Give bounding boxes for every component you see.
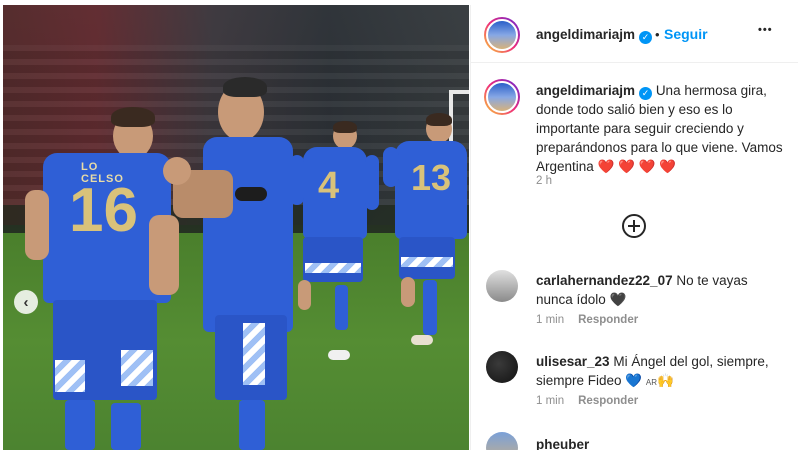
reply-button[interactable]: Responder <box>578 395 638 407</box>
comment-avatar[interactable] <box>486 351 518 383</box>
comment-emoji: 🙌 <box>657 373 674 388</box>
jersey-number: 13 <box>411 157 452 198</box>
comment-item: ulisesar_23 Mi Ángel del gol, siempre, s… <box>536 352 788 392</box>
flag-icon: AR <box>645 378 658 387</box>
comment-time: 1 min <box>536 395 565 407</box>
comment-meta: 1 min Responder <box>536 314 638 326</box>
comment-item: carlahernandez22_07 No te vayas nunca íd… <box>536 271 788 309</box>
follow-button[interactable]: Seguir <box>664 26 708 42</box>
post-header: angeldimariajm ✓ • Seguir ••• <box>471 5 798 63</box>
jersey-number: 16 <box>69 176 138 245</box>
chevron-left-icon: ‹ <box>23 293 29 311</box>
previous-photo-button[interactable]: ‹ <box>14 290 38 314</box>
caption-username[interactable]: angeldimariajm <box>536 83 635 98</box>
separator-dot: • <box>655 27 660 42</box>
comment-avatar[interactable] <box>486 270 518 302</box>
comment-avatar[interactable] <box>486 432 518 450</box>
comment-emoji: 💙 <box>625 373 643 388</box>
post-photo[interactable]: 4 13 LO CELSO 16 ‹ <box>3 5 469 450</box>
comment-emoji: 🖤 <box>609 292 627 307</box>
verified-badge-icon: ✓ <box>639 31 653 44</box>
header-username-text[interactable]: angeldimariajm <box>536 27 635 42</box>
comment-item: pheuber <box>536 435 788 450</box>
post-caption: angeldimariajm ✓ Una hermosa gira, donde … <box>536 81 788 176</box>
header-username[interactable]: angeldimariajm ✓ <box>536 27 653 44</box>
more-options-icon[interactable]: ••• <box>758 24 773 36</box>
post-side-panel: angeldimariajm ✓ • Seguir ••• angeldimari… <box>470 5 798 450</box>
caption-hearts: ❤️ ❤️ ❤️ ❤️ <box>597 159 677 174</box>
caption-time: 2 h <box>536 175 552 187</box>
reply-button[interactable]: Responder <box>578 314 638 326</box>
add-circle-icon[interactable] <box>622 214 646 238</box>
comment-time: 1 min <box>536 314 565 326</box>
comment-meta: 1 min Responder <box>536 395 638 407</box>
comment-username[interactable]: carlahernandez22_07 <box>536 273 673 288</box>
comment-username[interactable]: pheuber <box>536 437 589 450</box>
comment-username[interactable]: ulisesar_23 <box>536 354 610 369</box>
avatar[interactable] <box>484 17 520 53</box>
verified-badge-icon: ✓ <box>639 87 653 100</box>
jersey-number: 4 <box>318 165 340 207</box>
caption-avatar[interactable] <box>484 79 520 115</box>
